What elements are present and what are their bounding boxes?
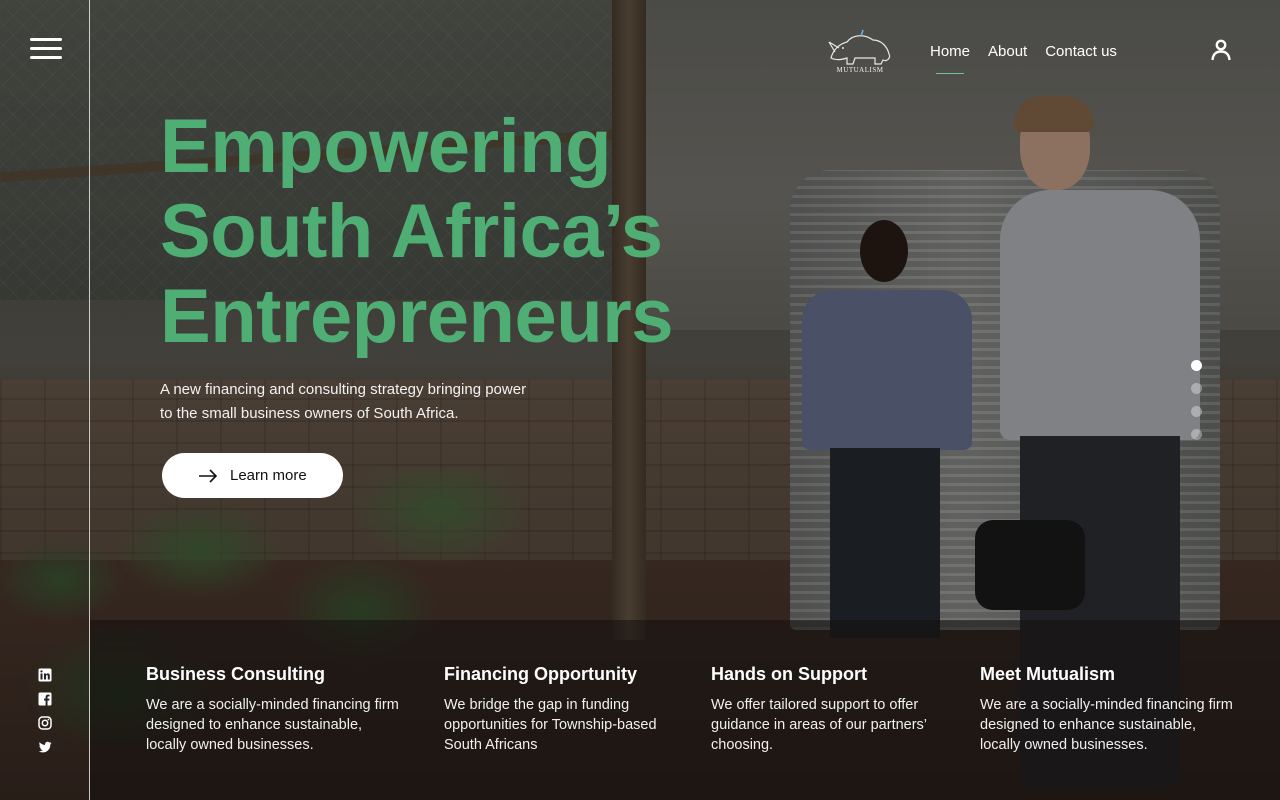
facebook-icon[interactable] [38, 692, 52, 706]
feature-meet-mutualism: Meet Mutualism We are a socially-minded … [980, 664, 1240, 755]
slider-dot-4[interactable] [1191, 429, 1202, 440]
left-divider [89, 0, 90, 800]
hero-title-line-2: South Africa’s [160, 189, 663, 274]
arrow-right-icon [199, 468, 218, 483]
slider-dots [1191, 360, 1202, 440]
hamburger-menu-icon[interactable] [30, 38, 62, 64]
nav-contact[interactable]: Contact us [1045, 43, 1117, 60]
linkedin-icon[interactable] [38, 668, 52, 682]
rhino-logo-icon [828, 29, 891, 65]
hero-subtitle: A new financing and consulting strategy … [160, 381, 527, 422]
nav-home[interactable]: Home [930, 43, 970, 74]
nav-about[interactable]: About [988, 43, 1027, 60]
feature-title: Business Consulting [146, 664, 326, 684]
hero-title-line-3: Entrepreneurs [160, 274, 674, 359]
feature-financing-opportunity: Financing Opportunity We bridge the gap … [444, 664, 684, 755]
feature-text: We are a socially-minded financing firm … [980, 697, 1233, 753]
hero-title-line-1: Empowering [160, 104, 612, 189]
learn-more-button[interactable]: Learn more [162, 453, 343, 498]
brand-logo[interactable]: MUTUALISM [825, 28, 895, 76]
feature-text: We are a socially-minded financing firm … [146, 697, 399, 753]
feature-text: We offer tailored support to offer guida… [711, 697, 927, 753]
hero-title: Empowering South Africa’s Entrepreneurs [160, 104, 760, 359]
feature-text: We bridge the gap in funding opportuniti… [444, 697, 657, 753]
user-account-icon[interactable] [1209, 38, 1233, 62]
main-nav: Home About Contact us [930, 43, 1117, 74]
social-links [38, 668, 52, 754]
slider-dot-3[interactable] [1191, 406, 1202, 417]
instagram-icon[interactable] [38, 716, 52, 730]
feature-hands-on-support: Hands on Support We offer tailored suppo… [711, 664, 951, 755]
slider-dot-1[interactable] [1191, 360, 1202, 371]
feature-title: Financing Opportunity [444, 664, 637, 684]
feature-business-consulting: Business Consulting We are a socially-mi… [146, 664, 406, 755]
slider-dot-2[interactable] [1191, 383, 1202, 394]
feature-title: Hands on Support [711, 664, 867, 684]
feature-title: Meet Mutualism [980, 664, 1116, 684]
logo-text: MUTUALISM [836, 66, 884, 74]
twitter-icon[interactable] [38, 740, 52, 754]
learn-more-label: Learn more [230, 467, 307, 484]
